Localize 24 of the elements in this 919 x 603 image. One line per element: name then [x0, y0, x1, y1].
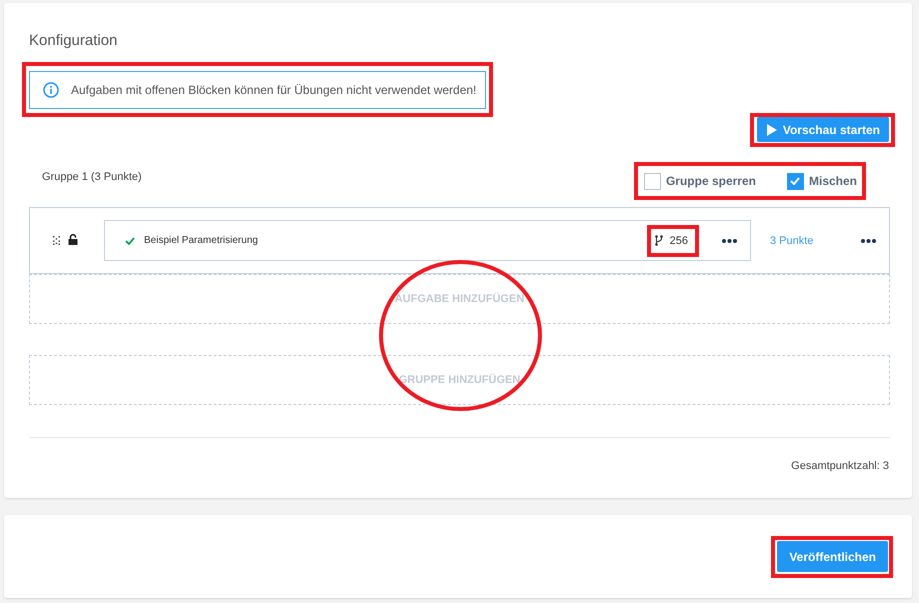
more-options-icon[interactable] [722, 238, 737, 242]
group-label: Gruppe 1 (3 Punkte) [42, 171, 142, 183]
add-drop-zone[interactable]: GRUPPE HINZUFÜGEN [29, 355, 890, 405]
info-text: Aufgaben mit offenen Blöcken können für Übungen nicht verwendet werden! [71, 83, 476, 97]
variant-count: 256 [670, 234, 688, 246]
total-points: Gesamtpunktzahl: 3 [791, 460, 889, 472]
drag-handle-icon[interactable] [53, 236, 60, 245]
checkmark-icon [790, 177, 800, 185]
checkbox-label[interactable]: Gruppe sperren [666, 174, 756, 188]
checkbox-label[interactable]: Mischen [808, 174, 857, 188]
more-options-icon[interactable] [861, 238, 876, 242]
checkbox[interactable] [644, 172, 661, 190]
section-title: Konfiguration [29, 32, 118, 50]
play-icon [766, 124, 777, 136]
preview-button[interactable]: Vorschau starten [756, 117, 889, 142]
points-link[interactable]: 3 Punkte [770, 234, 814, 246]
padlock-icon[interactable] [68, 234, 78, 245]
task-title: Beispiel Parametrisierung [144, 235, 258, 246]
add-drop-zone[interactable]: AUFGABE HINZUFÜGEN [29, 274, 890, 324]
branch-icon [654, 235, 663, 246]
task-card[interactable]: Beispiel Parametrisierung 256 [104, 220, 751, 261]
publish-button[interactable]: Veröffentlichen [777, 541, 888, 572]
info-icon [43, 82, 59, 98]
checkbox[interactable] [786, 172, 804, 190]
